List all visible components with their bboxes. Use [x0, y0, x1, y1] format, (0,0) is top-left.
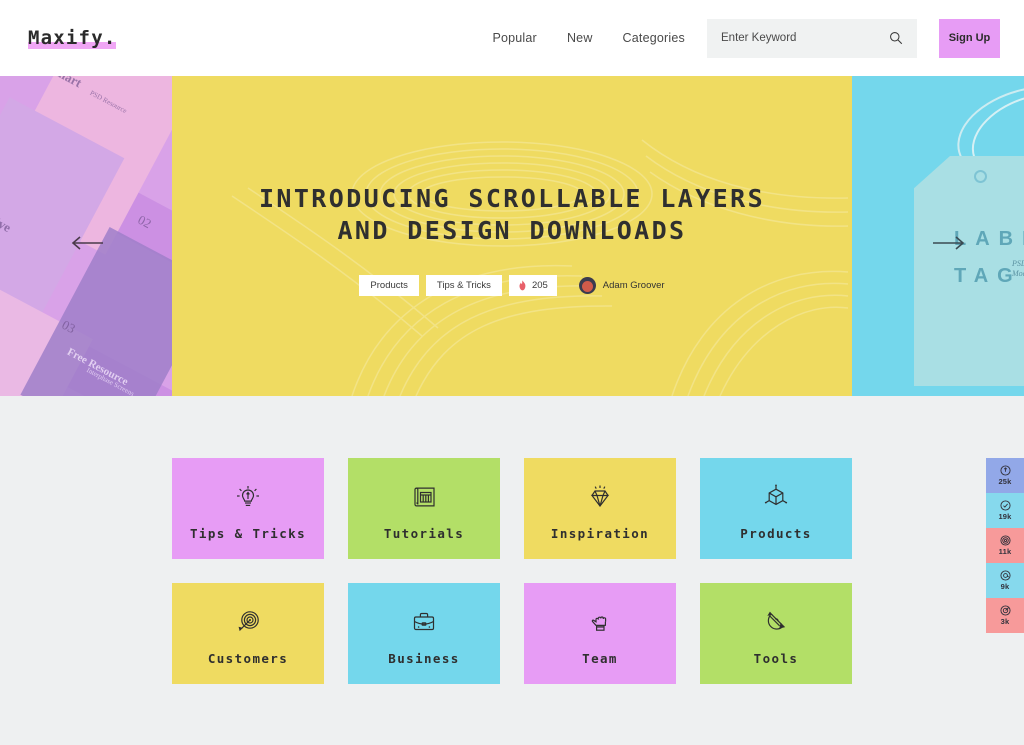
- lightbulb-icon: [231, 477, 265, 517]
- stat-value: 11k: [998, 547, 1012, 556]
- tag-hole: [974, 170, 987, 183]
- cube-icon: [759, 477, 793, 517]
- category-label: Tips & Tricks: [189, 525, 307, 541]
- stat-comments[interactable]: 9k: [986, 563, 1024, 598]
- category-label: Business: [388, 650, 460, 666]
- hero-author-name: Adam Groover: [602, 279, 665, 291]
- nav-item-new[interactable]: New: [567, 31, 593, 45]
- category-tile-team[interactable]: Team: [524, 583, 676, 684]
- diamond-icon: [583, 477, 617, 517]
- category-label: Inspiration: [550, 525, 650, 541]
- hero-like-value: 205: [531, 279, 548, 291]
- avatar: [578, 276, 596, 294]
- at-circle-icon: [999, 570, 1011, 581]
- category-label: Products: [740, 525, 812, 541]
- hero-title: Introducing Scrollable Layers and Design…: [259, 183, 765, 247]
- stat-likes[interactable]: 19k: [986, 493, 1024, 528]
- hero-tag-tips-and-tricks[interactable]: Tips & Tricks: [425, 274, 502, 296]
- hero-title-line-2: and Design Downloads: [337, 215, 687, 245]
- category-tile-tools[interactable]: Tools: [700, 583, 852, 684]
- logo-text: Maxify.: [28, 26, 117, 49]
- label-tag-text: LABEL TAG: [954, 228, 1024, 287]
- stat-views[interactable]: 25k: [986, 458, 1024, 493]
- category-tile-tutorials[interactable]: Tutorials: [348, 458, 500, 559]
- search-icon[interactable]: [889, 31, 903, 45]
- logo[interactable]: Maxify.: [28, 26, 117, 49]
- stat-value: 9k: [1000, 582, 1010, 591]
- hero-meta-row: Products Tips & Tricks 205 Adam Groover: [359, 274, 665, 296]
- stat-downloads[interactable]: 3k: [986, 598, 1024, 633]
- hero-next-slide[interactable]: LABEL TAG PSD Mockup: [852, 76, 1024, 396]
- category-label: Tools: [753, 650, 799, 666]
- hero-like-count[interactable]: 205: [508, 274, 557, 296]
- stat-value: 3k: [1000, 617, 1010, 626]
- hero-active-slide: Introducing Scrollable Layers and Design…: [172, 76, 852, 396]
- label-tag-subtitle-line-2: Mockup: [1012, 269, 1024, 278]
- blueprint-icon: [407, 477, 441, 517]
- check-circle-icon: [999, 500, 1011, 511]
- main-nav: Popular New Categories Sign Up: [492, 18, 1000, 58]
- category-tile-inspiration[interactable]: Inspiration: [524, 458, 676, 559]
- hero-carousel: Smart Perspective Free Resource PSD Reso…: [0, 76, 1024, 396]
- category-tile-products[interactable]: Products: [700, 458, 852, 559]
- stat-shares[interactable]: 11k: [986, 528, 1024, 563]
- nav-item-popular[interactable]: Popular: [492, 31, 537, 45]
- category-tile-tips-and-tricks[interactable]: Tips & Tricks: [172, 458, 324, 559]
- label-tag-subtitle-line-1: PSD: [1012, 259, 1024, 268]
- stat-value: 25k: [998, 477, 1012, 486]
- page-root: Maxify. Popular New Categories Sign Up: [0, 0, 1024, 745]
- hero-prev-slide[interactable]: Smart Perspective Free Resource PSD Reso…: [0, 76, 172, 396]
- spiral-icon: [999, 535, 1011, 546]
- stats-sidebar: 25k 19k 11k 9k 3k: [986, 458, 1024, 633]
- search-box[interactable]: [707, 18, 917, 58]
- stat-value: 19k: [998, 512, 1012, 521]
- compass-icon: [759, 602, 793, 642]
- category-grid: Tips & Tricks Tutorials Inspiration Prod…: [172, 458, 852, 684]
- arrow-left-icon[interactable]: [70, 236, 104, 250]
- arrow-right-icon[interactable]: [932, 236, 966, 250]
- target-icon: [231, 602, 265, 642]
- label-tag-subtitle: PSD Mockup: [1012, 259, 1024, 279]
- views-icon: [999, 465, 1011, 476]
- hero-title-line-1: Introducing Scrollable Layers: [258, 183, 766, 213]
- category-label: Tutorials: [383, 525, 465, 541]
- hero-tag-products[interactable]: Products: [359, 274, 419, 296]
- category-label: Customers: [207, 650, 289, 666]
- category-tile-business[interactable]: Business: [348, 583, 500, 684]
- briefcase-icon: [407, 602, 441, 642]
- category-tile-customers[interactable]: Customers: [172, 583, 324, 684]
- sign-up-button[interactable]: Sign Up: [939, 18, 1000, 58]
- hero-author[interactable]: Adam Groover: [578, 276, 665, 294]
- nav-item-categories[interactable]: Categories: [623, 31, 685, 45]
- target-circle-icon: [999, 605, 1011, 616]
- category-label: Team: [582, 650, 618, 666]
- site-header: Maxify. Popular New Categories Sign Up: [0, 0, 1024, 76]
- search-input[interactable]: [721, 32, 889, 44]
- flame-icon: [518, 279, 527, 291]
- hand-group-icon: [583, 602, 617, 642]
